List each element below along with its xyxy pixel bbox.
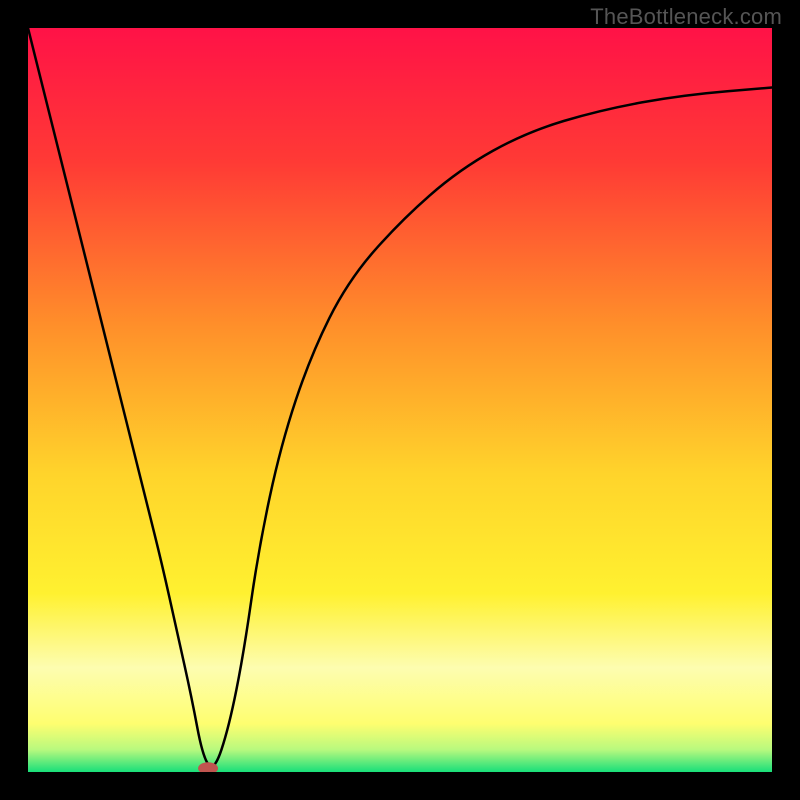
plot-background — [28, 28, 772, 772]
plot-area — [28, 28, 772, 772]
watermark-text: TheBottleneck.com — [590, 4, 782, 30]
chart-svg — [28, 28, 772, 772]
chart-frame: TheBottleneck.com — [0, 0, 800, 800]
